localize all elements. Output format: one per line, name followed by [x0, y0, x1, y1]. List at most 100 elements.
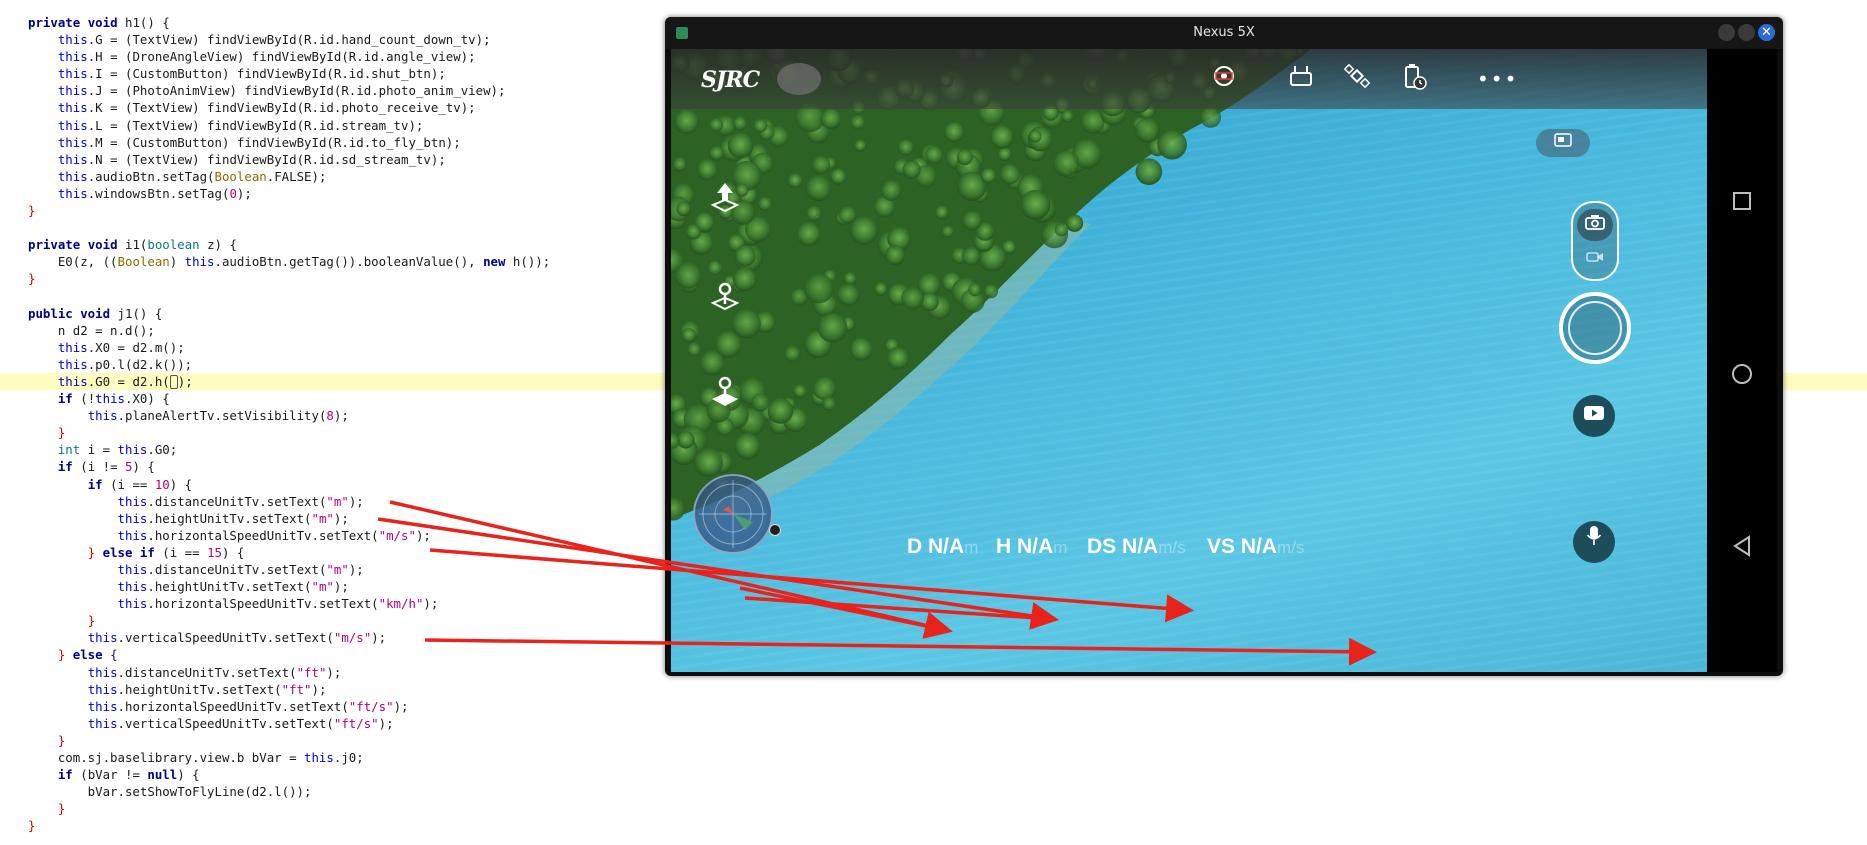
code-token: this	[57, 168, 88, 184]
code-token: (i ==	[110, 476, 155, 492]
code-line[interactable]: this.verticalSpeedUnitTv.setText("ft/s")…	[0, 715, 1867, 732]
back-button[interactable]	[1707, 531, 1777, 571]
code-line[interactable]: }	[0, 817, 1867, 834]
attitude-radar	[693, 474, 773, 554]
code-token: private	[28, 15, 88, 30]
home-button[interactable]	[1707, 359, 1777, 399]
code-line[interactable]: }	[0, 732, 1867, 749]
code-line[interactable]: if (bVar != null) {	[0, 766, 1867, 783]
code-line[interactable]: this.heightUnitTv.setText("ft");	[0, 681, 1867, 698]
code-token: ) findViewById(R.id.stream_tv);	[192, 117, 424, 133]
code-token: this	[117, 493, 148, 509]
playback-icon[interactable]	[1573, 395, 1615, 437]
code-token: bVar.setShowToFlyLine(d2.l());	[28, 784, 312, 800]
code-token: );	[393, 698, 409, 714]
horizontal-speed-label: DS	[1087, 535, 1117, 558]
code-token: this	[57, 151, 88, 167]
code-token: this	[117, 527, 148, 543]
shutter-inner-ring	[1568, 301, 1622, 355]
code-line[interactable]: com.sj.baselibrary.view.b bVar = this.j0…	[0, 749, 1867, 766]
remote-controller-icon[interactable]	[1283, 63, 1319, 95]
code-token: "ft"	[296, 664, 327, 680]
emulator-titlebar[interactable]: Nexus 5X ✕	[665, 17, 1783, 49]
video-icon[interactable]	[1577, 245, 1613, 273]
code-token: this	[87, 681, 118, 697]
code-token: "m/s"	[333, 630, 372, 646]
height-label: H	[996, 535, 1012, 558]
shutter-button[interactable]	[1559, 292, 1631, 364]
takeoff-icon[interactable]	[705, 179, 745, 219]
microphone-icon[interactable]	[1573, 521, 1615, 563]
vertical-speed-value: N/A	[1240, 535, 1278, 558]
code-token: }	[28, 271, 36, 287]
code-line[interactable]: this.horizontalSpeedUnitTv.setText("ft/s…	[0, 698, 1867, 715]
more-icon[interactable]: •••	[1477, 63, 1516, 95]
code-token: this	[117, 596, 148, 612]
minimize-button[interactable]	[1718, 24, 1735, 41]
code-token: );	[236, 185, 252, 201]
distance-value: N/A	[928, 535, 965, 558]
code-token: else	[72, 647, 111, 663]
code-token: this	[87, 698, 118, 714]
code-line[interactable]: bVar.setShowToFlyLine(d2.l());	[0, 783, 1867, 800]
code-token: this	[117, 579, 148, 595]
code-token: );	[333, 408, 349, 424]
code-token: CustomButton	[132, 134, 222, 150]
radar-reset-icon[interactable]	[769, 524, 781, 536]
code-token: }	[57, 801, 66, 817]
joystick-icon[interactable]	[705, 375, 745, 415]
code-token: );	[177, 373, 193, 389]
code-token: ) {	[132, 459, 155, 475]
telemetry-vertical-speed: VS N/Am/s	[1207, 535, 1304, 559]
code-token: this	[184, 254, 215, 270]
code-token: E0(z, ((	[28, 254, 118, 270]
waypoint-icon[interactable]	[705, 277, 745, 317]
maximize-button[interactable]	[1738, 24, 1755, 41]
code-token: "ft/s"	[333, 715, 379, 731]
code-token: ) {	[177, 767, 200, 783]
code-token: .G0;	[147, 442, 178, 458]
code-token: .horizontalSpeedUnitTv.setText(	[147, 596, 379, 612]
gimbal-icon[interactable]	[1206, 63, 1242, 95]
map-toggle-button[interactable]	[1536, 129, 1590, 157]
code-line[interactable]: }	[0, 800, 1867, 817]
code-token: void	[80, 305, 118, 321]
telemetry-distance: D N/Am	[907, 535, 978, 559]
code-token: ) findViewById(R.id.to_fly_btn);	[221, 134, 461, 150]
code-token: TextView	[132, 100, 193, 116]
photo-video-switch[interactable]	[1571, 201, 1619, 281]
close-button[interactable]: ✕	[1758, 24, 1775, 41]
code-token: com.sj.baselibrary.view.b bVar =	[28, 750, 305, 766]
code-token: int	[57, 442, 88, 458]
camera-icon[interactable]	[1577, 209, 1613, 241]
code-token: null	[147, 767, 178, 783]
battery-icon[interactable]	[1396, 63, 1432, 95]
code-token: .planeAlertTv.setVisibility(	[117, 408, 327, 424]
code-token: .distanceUnitTv.setText(	[147, 493, 327, 509]
code-token: )	[169, 254, 185, 270]
recents-button[interactable]	[1707, 185, 1777, 225]
distance-label: D	[907, 535, 923, 558]
code-token: CustomButton	[132, 66, 222, 82]
code-token: .J = (	[87, 83, 133, 99]
satellite-icon[interactable]	[1339, 63, 1375, 95]
code-token: (i ==	[162, 544, 208, 560]
code-token: "m"	[311, 579, 334, 595]
vertical-speed-unit: m/s	[1277, 538, 1305, 557]
code-token: this	[57, 83, 88, 99]
code-token: .heightUnitTv.setText(	[147, 510, 312, 526]
drone-app-screen[interactable]: SJRC ••• D N/Am H N/Am DS N/Am/s VS N/Am…	[671, 49, 1707, 672]
code-token: }	[28, 818, 36, 834]
code-token: this	[87, 715, 118, 731]
